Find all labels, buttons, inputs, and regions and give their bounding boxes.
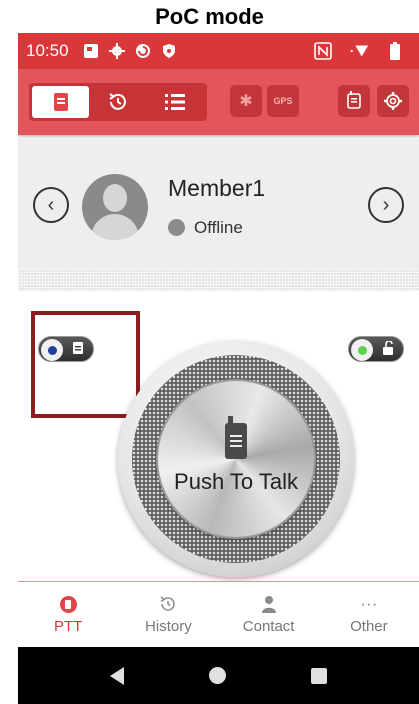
lock-toggle[interactable]	[348, 336, 404, 362]
home-icon[interactable]	[208, 667, 226, 684]
chevron-left-icon: ‹	[47, 193, 55, 216]
speaker-mesh	[132, 355, 340, 563]
history-icon	[159, 594, 177, 614]
gps-button[interactable]: GPS	[267, 85, 299, 117]
tab-list[interactable]	[146, 86, 203, 118]
person-icon	[261, 594, 277, 614]
status-indicator	[168, 219, 185, 236]
history-icon	[108, 93, 126, 110]
avatar	[82, 174, 148, 240]
recents-icon[interactable]	[310, 667, 327, 684]
settings-icon	[107, 41, 127, 61]
ptt-label: Push To Talk	[174, 469, 298, 494]
highlight-box	[31, 311, 140, 418]
gear-icon	[384, 92, 402, 110]
tab-ptt[interactable]	[32, 86, 89, 118]
more-icon: ···	[360, 594, 378, 613]
gallery-icon	[81, 41, 101, 61]
walkie-talkie-icon	[347, 91, 361, 109]
nav-other[interactable]: ··· Other	[319, 582, 419, 647]
ptt-icon	[59, 594, 77, 614]
bluetooth-button[interactable]: ✱	[230, 85, 262, 117]
nav-history[interactable]: History	[118, 582, 218, 647]
ptt-face	[158, 381, 314, 537]
lock-dot-icon	[357, 345, 367, 355]
settings-button[interactable]	[377, 85, 409, 117]
nav-contact[interactable]: Contact	[219, 582, 319, 647]
push-to-talk-button[interactable]: Push To Talk	[118, 341, 354, 577]
ptt-doc-icon	[53, 93, 68, 111]
chevron-right-icon: ›	[382, 193, 390, 216]
nav-label: History	[145, 618, 192, 635]
device-button[interactable]	[338, 85, 370, 117]
phone-screen: 10:50 ✱ GPS ‹ Member1 Offline › Push To …	[18, 33, 419, 704]
nav-ptt[interactable]: PTT	[18, 582, 118, 647]
list-icon	[164, 94, 185, 110]
next-member-button[interactable]: ›	[368, 187, 404, 223]
status-time: 10:50	[26, 41, 69, 60]
nav-label: Contact	[242, 618, 295, 635]
walkie-talkie-icon	[225, 416, 247, 459]
member-name: Member1	[168, 175, 266, 201]
divider-strip	[18, 269, 419, 291]
tab-history[interactable]	[89, 86, 146, 118]
wifi-icon	[349, 41, 369, 61]
nav-label: Other	[350, 618, 388, 635]
system-nav-bar	[18, 647, 419, 704]
toolbar: ✱ GPS	[18, 69, 419, 135]
unlock-icon	[382, 340, 394, 358]
prev-member-button[interactable]: ‹	[33, 187, 69, 223]
member-status: Offline	[194, 218, 243, 237]
nav-label: PTT	[53, 618, 83, 635]
bluetooth-icon: ✱	[239, 93, 253, 110]
battery-icon	[385, 41, 405, 61]
bottom-nav: PTT History Contact ··· Other	[18, 582, 419, 647]
gps-label: GPS	[273, 96, 293, 106]
shield-icon	[159, 41, 179, 61]
back-icon[interactable]	[110, 666, 125, 685]
status-bar: 10:50	[18, 33, 419, 69]
member-panel: ‹ Member1 Offline ›	[18, 139, 419, 269]
view-switcher	[29, 83, 207, 121]
mode-caption: PoC mode	[155, 4, 264, 29]
sync-icon	[133, 41, 153, 61]
nfc-icon	[313, 41, 333, 61]
